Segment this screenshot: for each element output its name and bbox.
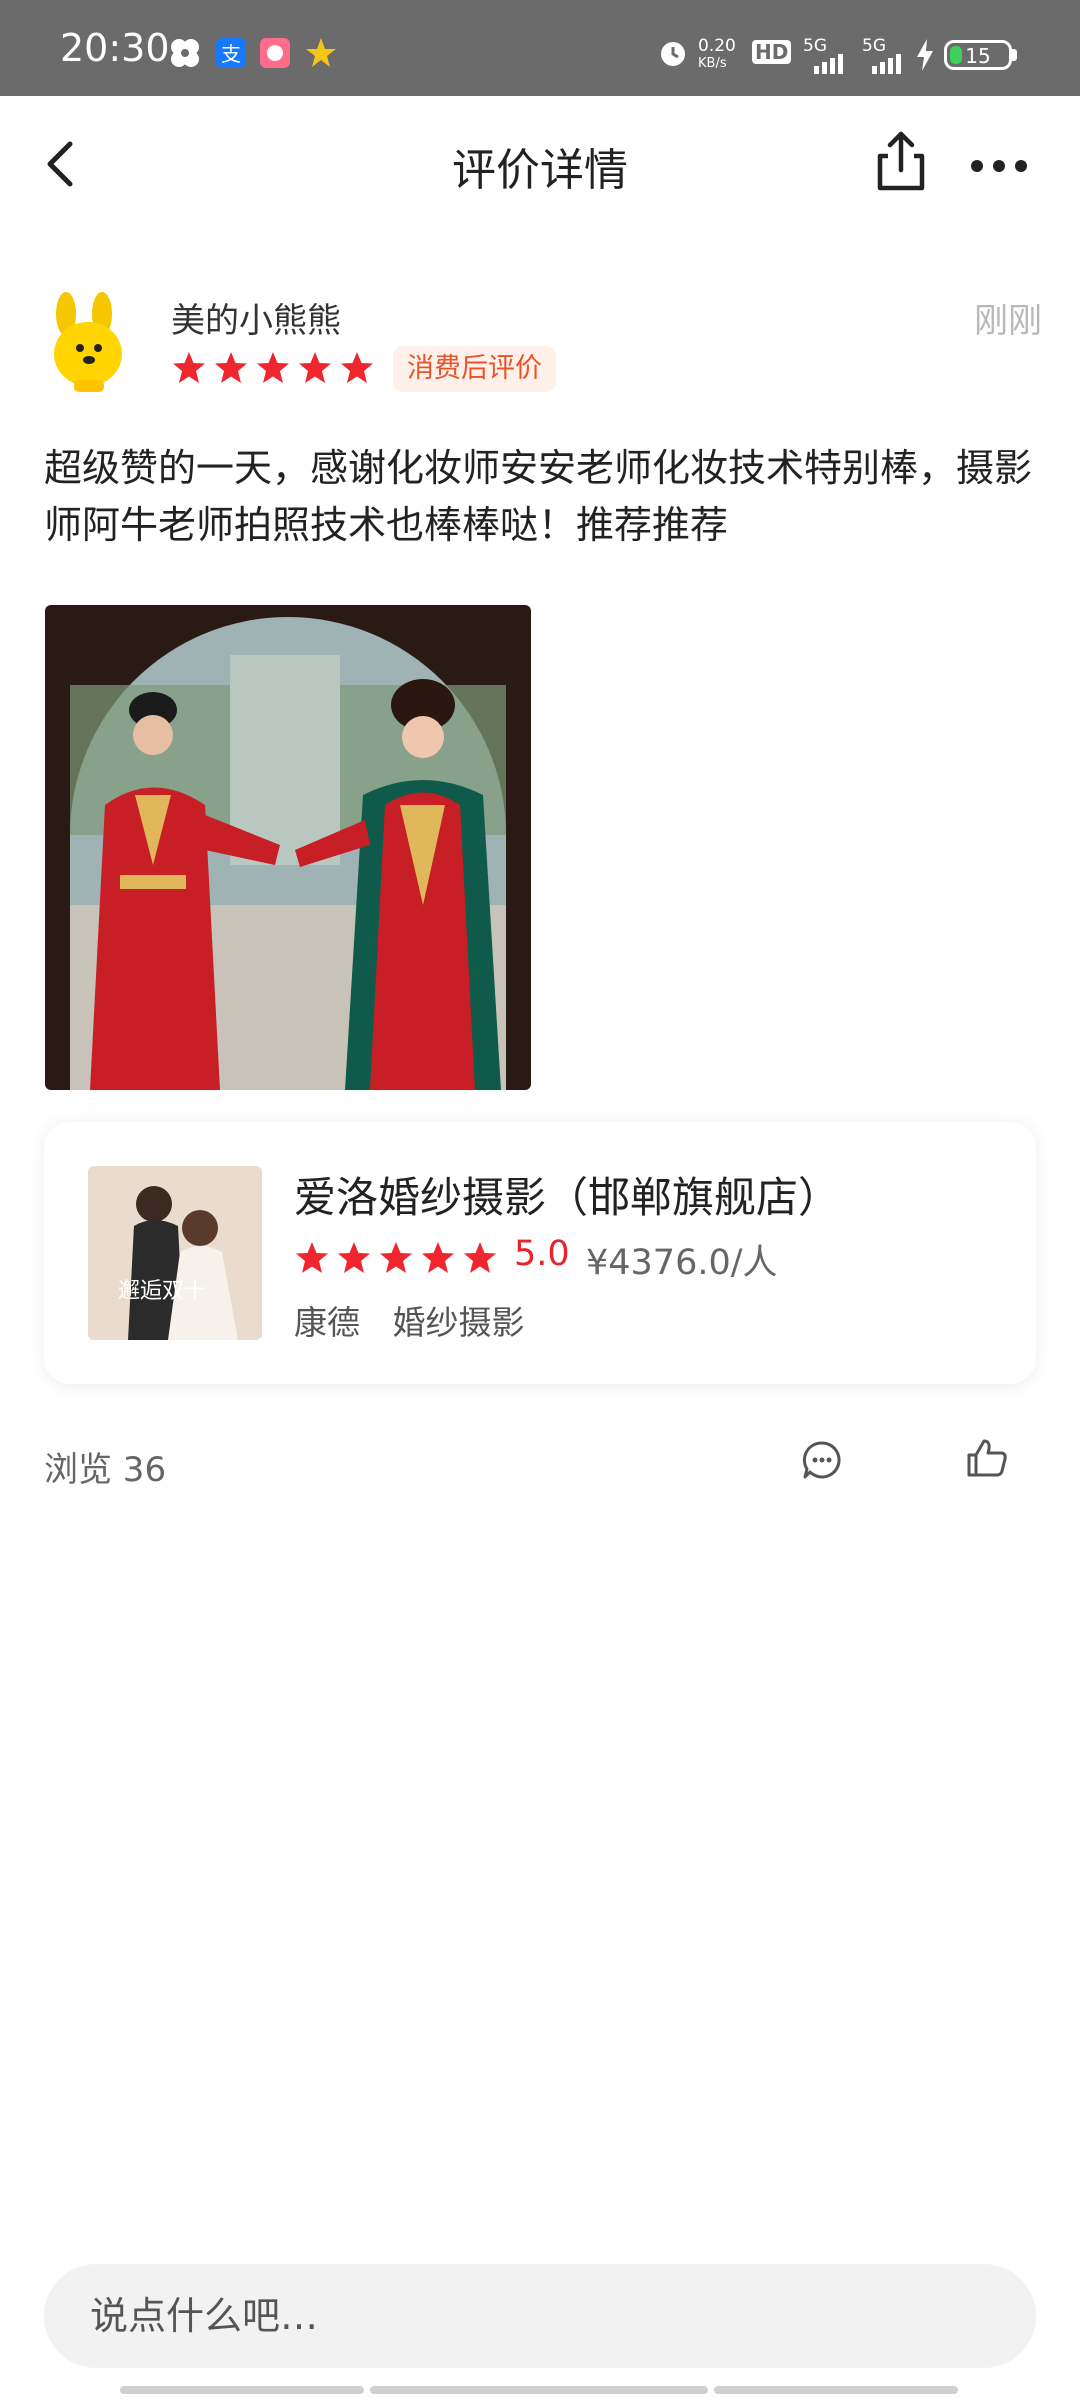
verified-review-badge: 消费后评价 (393, 346, 556, 392)
star-icon (296, 1242, 328, 1273)
star-icon (341, 352, 373, 383)
shop-thumbnail-image: 邂逅双十 (88, 1166, 262, 1340)
star-icon (299, 352, 331, 383)
thumbs-up-icon[interactable] (965, 1436, 1009, 1480)
star-icon (257, 352, 289, 383)
comment-input[interactable] (44, 2264, 1036, 2368)
more-dots-icon[interactable] (964, 126, 1034, 196)
shop-meta: 康德 婚纱摄影 (294, 1296, 547, 1344)
shop-card[interactable]: 邂逅双十 爱洛婚纱摄影（邯郸旗舰店） 5.0 ¥4376.0/人 康德 婚纱摄影 (44, 1122, 1036, 1384)
pinwheel-app-icon (171, 39, 199, 67)
nav-bar: 评价详情 (0, 96, 1080, 226)
svg-text:支: 支 (221, 42, 241, 66)
charging-icon (917, 39, 933, 71)
signal-icon (814, 54, 843, 74)
net-speed-value: 0.20 (698, 36, 736, 56)
nav-gesture-bar-right (714, 2386, 958, 2394)
avatar[interactable] (44, 292, 134, 396)
signal-icon-2 (872, 54, 901, 74)
shop-thumbnail: 邂逅双十 (88, 1166, 262, 1340)
app-notification-icon (260, 38, 290, 68)
shop-name[interactable]: 爱洛婚纱摄影（邯郸旗舰店） (294, 1164, 840, 1225)
shop-area: 康德 (294, 1303, 360, 1342)
review-rating-stars (171, 350, 375, 386)
alarm-icon (661, 42, 685, 66)
thumbnail-caption: 邂逅双十 (118, 1279, 206, 1304)
battery-icon: 15 (944, 40, 1012, 70)
star-icon (338, 1242, 370, 1273)
status-bar: 20:30 支 0.20 KB/s HD 5G 5G 15 (0, 0, 1080, 96)
net-speed: 0.20 KB/s (698, 38, 736, 72)
star-icon (173, 352, 205, 383)
star-icon (464, 1242, 496, 1273)
comment-icon[interactable] (800, 1438, 844, 1482)
hd-indicator: HD (752, 40, 792, 64)
shop-rating-stars (294, 1240, 498, 1276)
star-icon (215, 352, 247, 383)
status-time: 20:30 (60, 26, 170, 70)
star-icon (422, 1242, 454, 1273)
view-count: 浏览 36 (44, 1450, 167, 1490)
nav-gesture-bar-left (120, 2386, 364, 2394)
star-app-icon (306, 38, 336, 67)
battery-level: 15 (965, 44, 991, 68)
reviewer-name[interactable]: 美的小熊熊 (171, 293, 341, 342)
review-photo[interactable] (45, 605, 531, 1090)
shop-price: ¥4376.0/人 (586, 1243, 778, 1283)
wedding-photo-image (45, 605, 531, 1090)
net-speed-unit: KB/s (698, 56, 727, 71)
review-time: 刚刚 (974, 301, 1042, 341)
shop-category: 婚纱摄影 (392, 1303, 525, 1342)
battery-tip (1012, 49, 1017, 61)
star-icon (380, 1242, 412, 1273)
shop-score: 5.0 (514, 1234, 570, 1274)
alipay-app-icon: 支 (216, 38, 246, 68)
share-icon[interactable] (866, 126, 936, 196)
nav-gesture-bar-center (370, 2386, 708, 2394)
review-text: 超级赞的一天，感谢化妆师安安老师化妆技术特别棒，摄影师阿牛老师拍照技术也棒棒哒！… (44, 446, 1033, 547)
